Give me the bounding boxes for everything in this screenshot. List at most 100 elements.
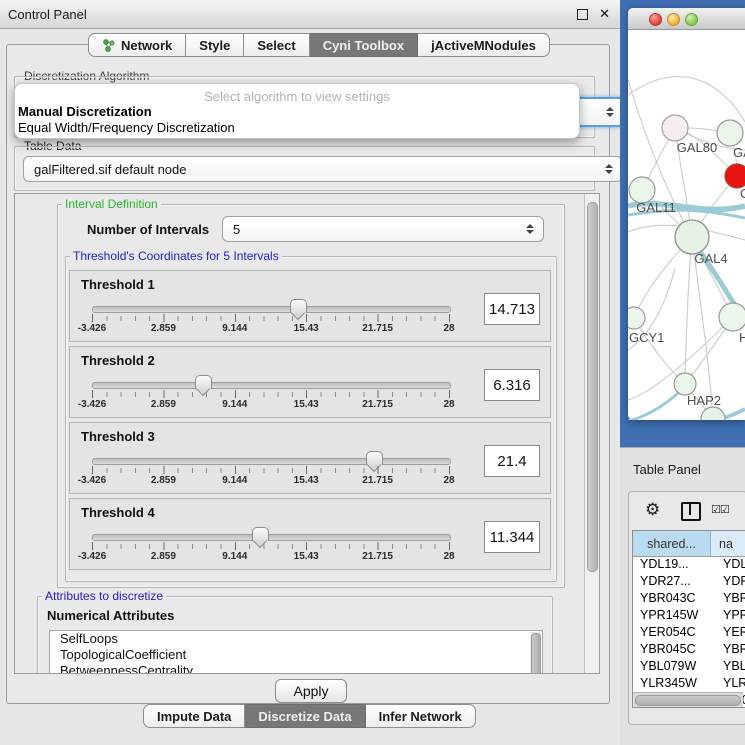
tab-cyni-toolbox[interactable]: Cyni Toolbox <box>310 33 418 57</box>
table-panel-region: Table Panel ⚙ ☑☑ shared... na YDL19...YD… <box>620 447 745 745</box>
attributes-scrollbar[interactable] <box>530 632 541 674</box>
slider-track[interactable] <box>92 458 451 465</box>
slider-handle[interactable] <box>252 527 269 541</box>
threshold-1-slider[interactable]: -3.4262.8599.14415.4321.71528 <box>92 299 449 337</box>
threshold-3-slider[interactable]: -3.4262.8599.14415.4321.71528 <box>92 451 449 489</box>
table-data-combo[interactable]: galFiltered.sif default node <box>23 156 623 182</box>
table-row[interactable]: YDL19...YDL1 <box>633 557 745 574</box>
threshold-2-panel: Threshold 2 -3.4262.8599.14415.4321.7152… <box>69 346 551 418</box>
scrollbar-thumb[interactable] <box>587 202 598 572</box>
table-toolbar: ⚙ ☑☑ <box>629 498 745 524</box>
control-panel-title: Control Panel <box>8 7 87 22</box>
threshold-4-panel: Threshold 4 -3.4262.8599.14415.4321.7152… <box>69 498 551 570</box>
table-row[interactable]: YDR27...YDR2 <box>633 574 745 591</box>
node-hap2[interactable] <box>674 373 696 395</box>
table-horizontal-scrollbar[interactable] <box>633 692 743 707</box>
control-panel: Control Panel ✕ Network Style Sel <box>0 0 620 745</box>
tab-jactivemnodules[interactable]: jActiveMNodules <box>418 33 550 57</box>
slider-handle[interactable] <box>366 451 383 465</box>
network-window-titlebar[interactable] <box>628 8 745 30</box>
node-partial-top-right[interactable] <box>717 120 743 146</box>
threshold-2-value[interactable]: 6.316 <box>484 369 540 401</box>
close-traffic-light-icon[interactable] <box>649 13 662 26</box>
list-item[interactable]: SelfLoops <box>50 631 542 647</box>
columns-icon[interactable] <box>681 502 701 521</box>
table-row[interactable]: YBR043CYBR0 <box>633 591 745 608</box>
node-label-gal4: GAL4 <box>694 251 727 266</box>
close-icon[interactable]: ✕ <box>599 6 610 22</box>
tab-infer-network[interactable]: Infer Network <box>366 704 476 728</box>
threshold-2-slider[interactable]: -3.4262.8599.14415.4321.71528 <box>92 375 449 413</box>
select-columns-icon[interactable]: ☑☑ <box>711 503 729 516</box>
number-of-intervals-value: 5 <box>233 222 240 237</box>
node-gcy1[interactable] <box>628 307 645 329</box>
scrollbar-thumb[interactable] <box>635 695 741 706</box>
gear-icon[interactable]: ⚙ <box>645 500 660 520</box>
threshold-4-slider[interactable]: -3.4262.8599.14415.4321.71528 <box>92 527 449 565</box>
threshold-1-value[interactable]: 14.713 <box>484 293 540 325</box>
threshold-1-panel: Threshold 1 -3.4262.8599.14415.4321.7152… <box>69 270 551 342</box>
slider-track[interactable] <box>92 306 451 313</box>
network-window: GAL80 GA C GAL11 GAL4 GCY1 H HAP2 <box>628 8 745 420</box>
node-table: shared... na YDL19...YDL1 YDR27...YDR2 Y… <box>632 530 745 708</box>
node-label-partial: H <box>739 330 745 345</box>
threshold-3-panel: Threshold 3 -3.4262.8599.14415.4321.7152… <box>69 422 551 494</box>
algorithm-dropdown-popup: Select algorithm to view settings Manual… <box>14 83 580 139</box>
control-panel-titlebar: Control Panel ✕ <box>0 0 620 29</box>
algorithm-option-equal-width[interactable]: Equal Width/Frequency Discretization <box>15 120 579 136</box>
control-panel-tabbar: Network Style Select Cyni Toolbox jActiv… <box>88 33 550 57</box>
tab-impute-data[interactable]: Impute Data <box>143 704 245 728</box>
thresholds-group-label: Threshold's Coordinates for 5 Intervals <box>70 250 282 263</box>
float-window-icon[interactable] <box>577 9 588 20</box>
settings-vertical-scrollbar[interactable] <box>584 194 599 673</box>
tab-select[interactable]: Select <box>244 33 309 57</box>
column-header-shared-name[interactable]: shared... <box>633 531 711 556</box>
slider-track[interactable] <box>92 534 451 541</box>
algorithm-option-manual[interactable]: Manual Discretization <box>15 104 579 120</box>
network-icon <box>102 39 116 52</box>
attributes-group-label: Attributes to discretize <box>42 590 166 603</box>
threshold-4-value[interactable]: 11.344 <box>484 521 540 553</box>
table-row[interactable]: YBR045CYBR0 <box>633 642 745 659</box>
column-header-name[interactable]: na <box>711 531 745 556</box>
node-label-gcy1: GCY1 <box>629 330 664 345</box>
combo-arrows-icon <box>605 164 613 174</box>
cyni-toolbox-content: Discretization Algorithm Select algorith… <box>6 44 610 704</box>
table-row[interactable]: YBL079WYBL0 <box>633 659 745 676</box>
list-item[interactable]: TopologicalCoefficient <box>50 647 542 663</box>
interval-definition-label: Interval Definition <box>62 198 161 211</box>
node-label-hap2: HAP2 <box>687 393 721 408</box>
slider-handle[interactable] <box>290 299 307 313</box>
node-gal80[interactable] <box>662 115 688 141</box>
tab-style[interactable]: Style <box>186 33 244 57</box>
table-row[interactable]: YER054CYER0 <box>633 625 745 642</box>
table-panel-title: Table Panel <box>633 462 701 477</box>
table-panel: ⚙ ☑☑ shared... na YDL19...YDL1 YDR27...Y… <box>628 491 745 725</box>
node-selected-red[interactable] <box>725 164 745 188</box>
node-label-gal11: GAL11 <box>636 200 676 215</box>
number-of-intervals-combo[interactable]: 5 <box>222 216 544 242</box>
numerical-attributes-label: Numerical Attributes <box>47 608 174 623</box>
table-row[interactable]: YPR145WYPR1 <box>633 608 745 625</box>
slider-handle[interactable] <box>195 375 212 389</box>
zoom-traffic-light-icon[interactable] <box>685 13 698 26</box>
tab-discretize-data[interactable]: Discretize Data <box>245 704 365 728</box>
algorithm-placeholder: Select algorithm to view settings <box>15 89 579 104</box>
threshold-3-value[interactable]: 21.4 <box>484 445 540 477</box>
tab-network[interactable]: Network <box>88 33 186 57</box>
table-data-value: galFiltered.sif default node <box>34 162 186 177</box>
table-row[interactable]: YLR345WYLR3 <box>633 676 745 693</box>
node-label-gal80: GAL80 <box>677 140 717 155</box>
numerical-attributes-list[interactable]: SelfLoops TopologicalCoefficient Between… <box>49 630 543 674</box>
minimize-traffic-light-icon[interactable] <box>667 13 680 26</box>
network-canvas[interactable]: GAL80 GA C GAL11 GAL4 GCY1 H HAP2 <box>628 29 745 420</box>
node-label-partial: C <box>740 186 745 201</box>
screen: Control Panel ✕ Network Style Sel <box>0 0 745 745</box>
table-header-row: shared... na <box>633 531 745 557</box>
node-gal4[interactable] <box>675 220 709 254</box>
network-view-region: GAL80 GA C GAL11 GAL4 GCY1 H HAP2 <box>620 0 745 447</box>
list-item[interactable]: BetweennessCentrality <box>50 663 542 674</box>
node-partial-right[interactable] <box>719 303 745 331</box>
slider-track[interactable] <box>92 382 451 389</box>
apply-button[interactable]: Apply <box>275 679 347 703</box>
